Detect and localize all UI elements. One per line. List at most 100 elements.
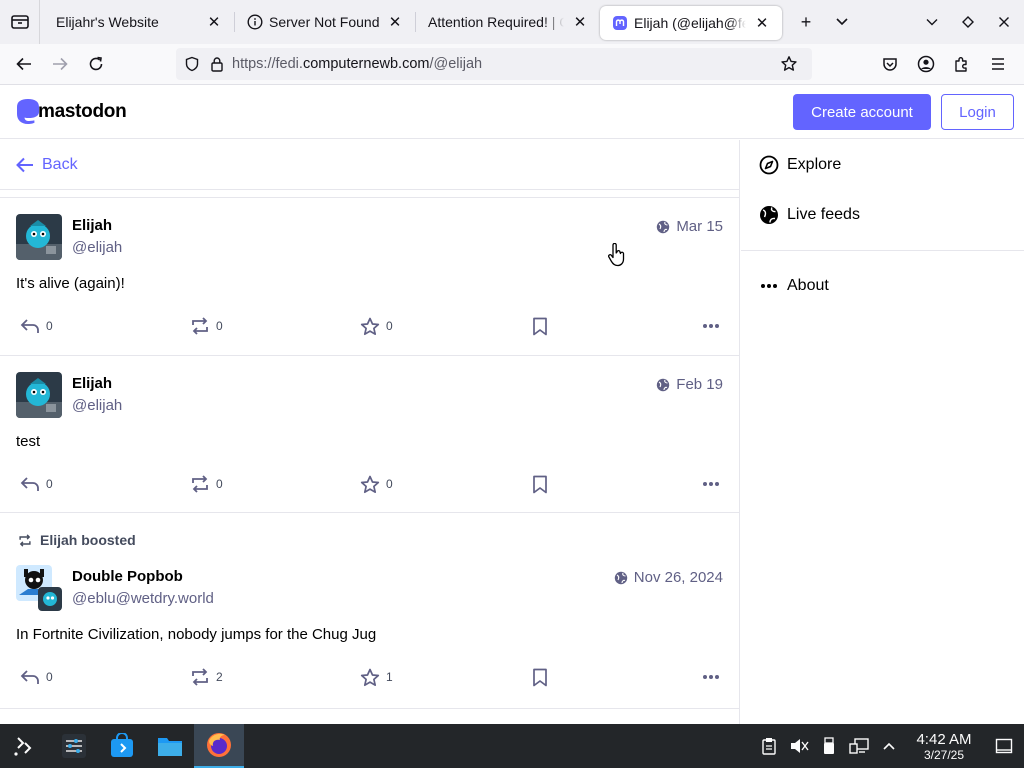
forward-nav-icon[interactable]	[42, 46, 78, 82]
account-handle[interactable]: @eblu@wetdry.world	[72, 588, 214, 610]
avatar[interactable]	[16, 565, 62, 611]
tab-list-dropdown-icon[interactable]	[824, 4, 860, 40]
more-options-button[interactable]	[702, 481, 720, 487]
star-icon	[360, 475, 380, 493]
tray-expand-chevron-icon[interactable]	[874, 724, 904, 768]
new-tab-button[interactable]: +	[788, 4, 824, 40]
status-author[interactable]: Elijah @elijah	[72, 214, 122, 260]
tab-close-icon[interactable]: ✕	[385, 12, 405, 32]
system-tray: 4:42 AM 3/27/25	[754, 724, 1024, 768]
file-manager-icon[interactable]	[146, 724, 194, 768]
tab-attention-required[interactable]: Attention Required! | Cl ✕	[416, 4, 600, 40]
sidebar-item-live-feeds[interactable]: Live feeds	[741, 190, 1024, 240]
tab-title: Server Not Found	[269, 14, 379, 30]
reply-icon	[20, 670, 39, 684]
mastodon-logo[interactable]: mastodon	[15, 98, 127, 126]
sidebar-divider	[741, 250, 1024, 251]
boost-button[interactable]: 0	[190, 475, 223, 493]
tab-close-icon[interactable]: ✕	[570, 12, 590, 32]
network-wired-icon[interactable]	[844, 724, 874, 768]
favourite-button[interactable]: 0	[360, 317, 393, 336]
favourite-count: 0	[386, 319, 393, 333]
app-launcher-icon[interactable]	[0, 724, 48, 768]
status-timestamp[interactable]: Nov 26, 2024	[614, 569, 723, 586]
volume-muted-icon[interactable]	[784, 724, 814, 768]
avatar[interactable]	[16, 372, 62, 418]
extensions-icon[interactable]	[944, 46, 980, 82]
status-timestamp[interactable]: Feb 19	[656, 376, 723, 393]
url-host: computernewb.com	[302, 56, 430, 72]
account-icon[interactable]	[908, 46, 944, 82]
reply-button[interactable]: 0	[20, 318, 53, 334]
bookmark-button[interactable]	[532, 475, 548, 494]
back-nav-icon[interactable]	[6, 46, 42, 82]
display-name[interactable]: Elijah	[72, 215, 122, 237]
tab-title: Elijahr's Website	[56, 14, 159, 30]
logo-wordmark: mastodon	[38, 101, 127, 122]
reload-icon[interactable]	[78, 46, 114, 82]
tab-elijahr-website[interactable]: Elijahr's Website ✕	[44, 4, 234, 40]
tab-close-icon[interactable]: ✕	[204, 12, 224, 32]
sidebar-item-explore[interactable]: Explore	[741, 140, 1024, 190]
more-options-button[interactable]	[702, 323, 720, 329]
status-content: test	[16, 433, 41, 450]
software-store-icon[interactable]	[98, 724, 146, 768]
maximize-window-icon[interactable]	[950, 4, 986, 40]
show-desktop-icon[interactable]	[984, 724, 1024, 768]
create-account-button[interactable]: Create account	[793, 94, 931, 130]
more-options-button[interactable]	[702, 674, 720, 680]
reply-button[interactable]: 0	[20, 476, 53, 492]
sidebar-item-about[interactable]: About	[741, 261, 1024, 311]
status-timestamp[interactable]: Mar 15	[656, 218, 723, 235]
bookmark-icon	[533, 475, 547, 493]
bookmark-button[interactable]	[532, 317, 548, 336]
address-bar[interactable]: https://fedi.computernewb.com/@elijah	[176, 48, 812, 80]
status-card[interactable]: Elijah boosted Double Popbob @eblu@wetdr…	[0, 513, 739, 709]
status-author[interactable]: Double Popbob @eblu@wetdry.world	[72, 565, 214, 611]
toolbar-right	[872, 46, 1016, 82]
url-path: /@elijah	[429, 56, 483, 72]
status-author[interactable]: Elijah @elijah	[72, 372, 122, 418]
tab-server-not-found[interactable]: Server Not Found ✕	[235, 4, 415, 40]
favourite-count: 0	[386, 477, 393, 491]
status-card[interactable]: Elijah @elijah Feb 19 test 0 0 0	[0, 356, 739, 513]
display-name[interactable]: Double Popbob	[72, 566, 214, 588]
firefox-taskbar-icon[interactable]	[194, 724, 244, 768]
tracking-shield-icon[interactable]	[184, 56, 200, 72]
tab-elijah-profile[interactable]: Elijah (@elijah@fedi ✕	[600, 6, 782, 40]
pocket-icon[interactable]	[872, 46, 908, 82]
usb-device-icon[interactable]	[814, 724, 844, 768]
clipboard-icon[interactable]	[754, 724, 784, 768]
account-handle[interactable]: @elijah	[72, 237, 122, 259]
display-name[interactable]: Elijah	[72, 373, 122, 395]
compass-icon	[759, 155, 779, 175]
bookmark-icon	[533, 317, 547, 335]
back-button[interactable]: Back	[0, 140, 739, 190]
taskbar-clock[interactable]: 4:42 AM 3/27/25	[904, 731, 984, 762]
reply-button[interactable]: 0	[20, 669, 53, 685]
status-card[interactable]: Elijah @elijah Mar 15 It's alive (again)…	[0, 198, 739, 356]
globe-visibility-icon	[656, 378, 670, 392]
login-button[interactable]: Login	[941, 94, 1014, 130]
lock-icon[interactable]	[210, 56, 224, 72]
minimize-window-icon[interactable]	[914, 4, 950, 40]
boost-icon	[192, 475, 208, 493]
boost-count: 0	[216, 477, 223, 491]
system-settings-icon[interactable]	[50, 724, 98, 768]
avatar[interactable]	[16, 214, 62, 260]
bookmark-button[interactable]	[532, 668, 548, 687]
tab-overview-button[interactable]	[0, 0, 40, 44]
hamburger-menu-icon[interactable]	[980, 46, 1016, 82]
tab-close-icon[interactable]: ✕	[752, 13, 772, 33]
favourite-button[interactable]: 1	[360, 668, 393, 687]
more-horizontal-icon	[759, 283, 779, 289]
status-action-bar: 0 0 0	[16, 458, 723, 510]
sidebar-item-label: Explore	[787, 156, 842, 173]
account-handle[interactable]: @elijah	[72, 395, 122, 417]
boosted-by-text[interactable]: Elijah boosted	[40, 532, 136, 548]
favourite-button[interactable]: 0	[360, 475, 393, 494]
bookmark-star-icon[interactable]	[780, 55, 798, 73]
close-window-icon[interactable]	[986, 4, 1022, 40]
boost-button[interactable]: 2	[190, 668, 223, 686]
boost-button[interactable]: 0	[190, 317, 223, 335]
